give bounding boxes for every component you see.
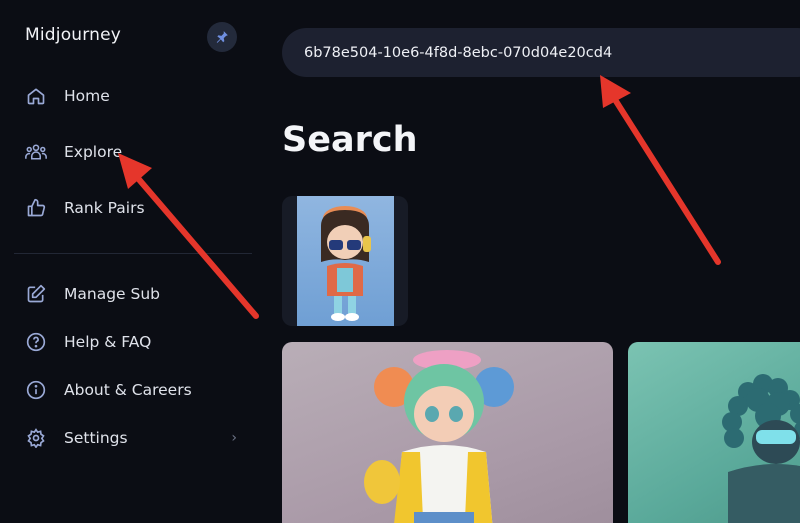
brand-logo[interactable]: Midjourney <box>25 25 121 45</box>
sidebar-item-label: Manage Sub <box>64 285 160 303</box>
sidebar-divider <box>14 253 252 254</box>
sidebar-item-label: Explore <box>64 143 123 161</box>
sidebar: Midjourney Home Explore Rank Pairs Manag… <box>0 0 255 523</box>
gallery-image <box>364 350 514 523</box>
sidebar-item-home[interactable]: Home <box>25 81 245 111</box>
sidebar-item-help[interactable]: Help & FAQ <box>25 327 245 357</box>
pin-sidebar-button[interactable] <box>207 22 237 52</box>
sidebar-item-label: Home <box>64 87 110 105</box>
search-result-thumbnail[interactable] <box>282 196 408 326</box>
gallery-image <box>722 374 800 523</box>
search-input[interactable] <box>304 44 784 61</box>
chevron-right-icon: › <box>231 430 237 446</box>
gallery-card[interactable] <box>282 342 613 523</box>
sidebar-item-label: About & Careers <box>64 381 192 399</box>
app-root: Midjourney Home Explore Rank Pairs Manag… <box>0 0 800 523</box>
sidebar-item-settings[interactable]: Settings › <box>25 423 245 453</box>
info-icon <box>25 379 47 401</box>
sidebar-item-label: Rank Pairs <box>64 199 145 217</box>
sidebar-item-label: Help & FAQ <box>64 333 152 351</box>
sidebar-item-manage-sub[interactable]: Manage Sub <box>25 279 245 309</box>
sidebar-item-rank-pairs[interactable]: Rank Pairs <box>25 193 245 223</box>
thumbs-up-icon <box>25 197 47 219</box>
home-icon <box>25 85 47 107</box>
gear-icon <box>25 427 47 449</box>
sidebar-item-about[interactable]: About & Careers <box>25 375 245 405</box>
search-bar[interactable] <box>282 28 800 77</box>
sidebar-item-explore[interactable]: Explore <box>25 137 245 167</box>
people-icon <box>25 141 47 163</box>
sidebar-item-label: Settings <box>64 429 128 447</box>
gallery-card[interactable] <box>628 342 800 523</box>
help-icon <box>25 331 47 353</box>
pin-icon <box>216 31 228 43</box>
edit-icon <box>25 283 47 305</box>
page-title: Search <box>282 120 418 160</box>
result-image <box>297 196 394 326</box>
